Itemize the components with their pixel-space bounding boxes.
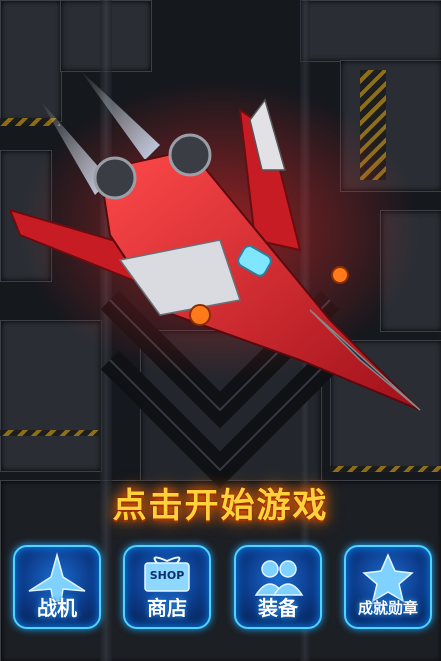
shop-menu-button[interactable]: SHOP 商店	[123, 545, 211, 629]
fighter-menu-label: 战机	[37, 596, 77, 620]
start-game-button[interactable]: 点击开始游戏	[0, 478, 441, 527]
fighter-menu-button[interactable]: 战机	[13, 545, 101, 629]
achievements-menu-button[interactable]: 成就勋章	[344, 545, 432, 629]
equipment-menu-label: 装备	[258, 596, 298, 620]
game-screen: 点击开始游戏 战机 SHOP 商店 装备 成就勋章	[0, 0, 441, 661]
achievements-menu-label: 成就勋章	[357, 599, 418, 617]
shop-tag: SHOP	[149, 569, 185, 582]
fighter-jet-illustration	[8, 70, 421, 411]
shop-menu-label: 商店	[147, 596, 187, 620]
equipment-menu-button[interactable]: 装备	[234, 545, 322, 629]
